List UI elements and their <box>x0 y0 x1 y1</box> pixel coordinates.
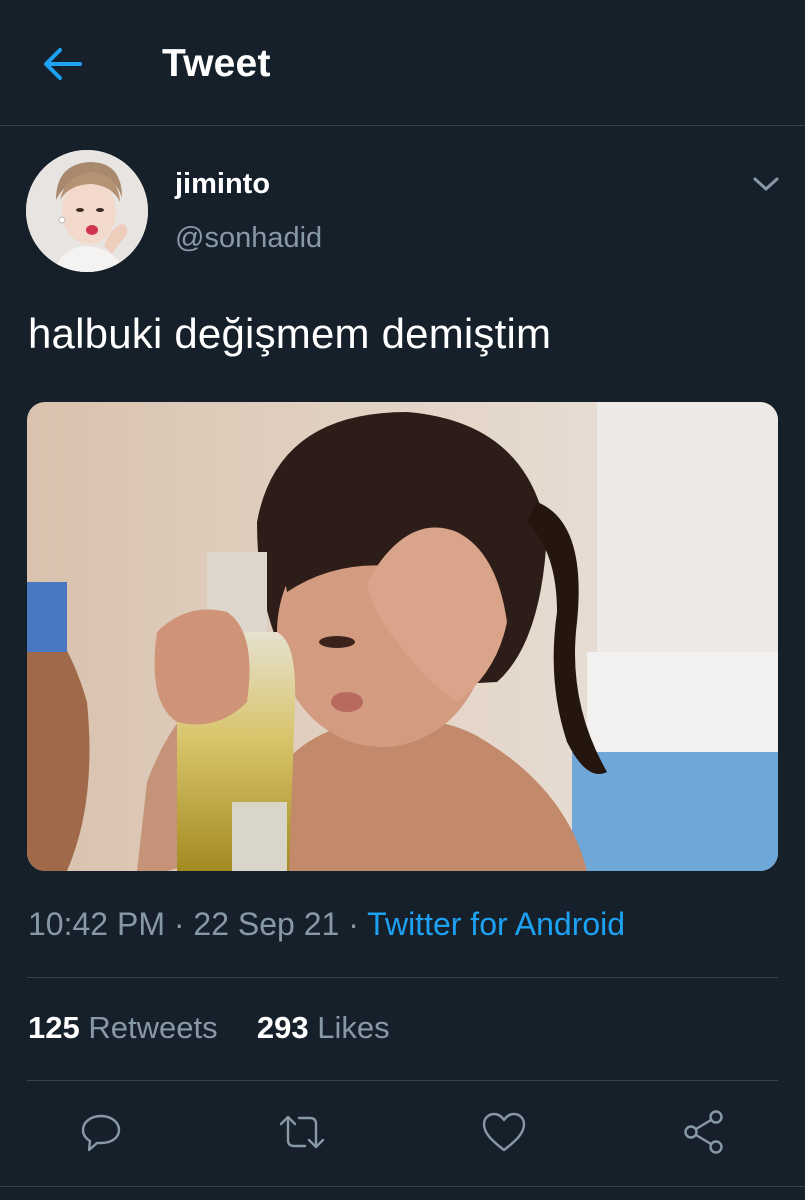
tweet-date: 22 Sep 21 <box>193 906 340 942</box>
tweet-text: halbuki değişmem demiştim <box>28 310 552 357</box>
retweets-label: Retweets <box>88 1010 218 1045</box>
tweet-meta: 10:42 PM · 22 Sep 21 · Twitter for Andro… <box>28 906 625 943</box>
user-handle[interactable]: @sonhadid <box>175 222 322 255</box>
share-button[interactable] <box>678 1106 730 1158</box>
reply-button[interactable] <box>75 1106 127 1158</box>
like-icon <box>482 1112 526 1152</box>
divider <box>27 1080 778 1081</box>
reply-icon <box>81 1114 121 1152</box>
tweet-time: 10:42 PM <box>28 906 165 942</box>
retweets-stat[interactable]: 125 Retweets <box>28 1010 218 1045</box>
avatar[interactable] <box>26 150 148 272</box>
top-bar: Tweet <box>0 0 805 126</box>
likes-label: Likes <box>317 1010 390 1045</box>
avatar-image <box>26 150 148 272</box>
tweet-source-link[interactable]: Twitter for Android <box>367 906 625 942</box>
tweet-media[interactable] <box>27 402 778 871</box>
back-button[interactable] <box>38 40 86 88</box>
like-button[interactable] <box>478 1106 530 1158</box>
retweet-button[interactable] <box>276 1106 328 1158</box>
likes-count: 293 <box>256 1010 309 1045</box>
tweet-stats: 125 Retweets 293 Likes <box>28 1010 390 1046</box>
retweets-count: 125 <box>28 1010 80 1045</box>
likes-stat[interactable]: 293 Likes <box>257 1010 390 1045</box>
meta-separator: · <box>339 906 368 942</box>
retweet-icon <box>279 1115 325 1149</box>
meta-separator: · <box>164 906 194 942</box>
arrow-left-icon <box>44 48 82 80</box>
share-icon <box>684 1110 723 1154</box>
more-options-button[interactable] <box>746 166 786 202</box>
chevron-down-icon <box>753 177 779 191</box>
divider <box>27 977 778 978</box>
display-name[interactable]: jiminto <box>175 168 270 201</box>
divider <box>0 1186 805 1187</box>
media-image <box>27 402 778 871</box>
page-title: Tweet <box>162 42 271 85</box>
